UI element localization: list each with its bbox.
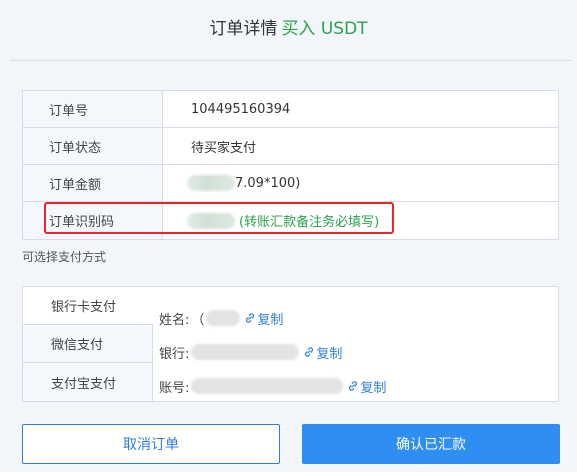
- order-amount-value-cell: 7.09*100): [163, 165, 558, 201]
- account-label: 账号:: [159, 380, 190, 396]
- cancel-order-button[interactable]: 取消订单: [22, 424, 280, 464]
- order-code-highlight: [44, 202, 394, 234]
- page-title: 订单详情 买入 USDT: [0, 0, 577, 52]
- link-icon: [349, 381, 358, 391]
- redacted-account: [191, 378, 344, 394]
- account-row: 账号: 复制: [159, 369, 558, 403]
- copy-account-link[interactable]: 复制: [347, 377, 386, 396]
- tab-wechat[interactable]: 微信支付: [23, 325, 152, 363]
- order-status-row: 订单状态 待买家支付: [23, 128, 558, 165]
- payee-name-row: 姓名: （ 复制: [159, 301, 558, 335]
- redacted-amount: [187, 175, 235, 191]
- bank-row: 银行: 复制: [159, 335, 558, 369]
- payee-name-label: 姓名:: [159, 312, 190, 328]
- copy-bank-label: 复制: [316, 346, 343, 362]
- payment-method-panel: 银行卡支付 微信支付 支付宝支付 姓名: （ 复制 银行: 复制 账号: 复制: [22, 286, 559, 402]
- payee-name-initial: （: [191, 312, 205, 328]
- copy-name-link[interactable]: 复制: [244, 309, 283, 328]
- page-title-accent: 买入 USDT: [281, 18, 368, 39]
- payment-details: 姓名: （ 复制 银行: 复制 账号: 复制: [153, 287, 558, 401]
- tab-bank-card[interactable]: 银行卡支付: [23, 287, 153, 325]
- link-icon: [246, 313, 255, 323]
- order-status-value: 待买家支付: [191, 140, 257, 156]
- order-amount-label: 订单金额: [23, 165, 163, 201]
- confirm-payment-button[interactable]: 确认已汇款: [302, 424, 560, 464]
- page-title-text: 订单详情: [209, 18, 278, 39]
- copy-name-label: 复制: [257, 312, 284, 328]
- link-icon: [305, 347, 314, 357]
- payment-methods-label: 可选择支付方式: [22, 250, 107, 264]
- order-amount-value: 7.09*100): [235, 175, 301, 191]
- order-number-label: 订单号: [23, 91, 163, 127]
- copy-account-label: 复制: [360, 380, 387, 396]
- order-status-label: 订单状态: [23, 128, 163, 164]
- order-number-row: 订单号 104495160394: [23, 91, 558, 128]
- bank-label: 银行:: [159, 346, 190, 362]
- redacted-name: [206, 310, 241, 326]
- order-number-value: 104495160394: [191, 101, 291, 117]
- tab-alipay[interactable]: 支付宝支付: [23, 363, 152, 401]
- copy-bank-link[interactable]: 复制: [303, 343, 342, 362]
- order-amount-row: 订单金额 7.09*100): [23, 165, 558, 202]
- payment-tabs: 银行卡支付 微信支付 支付宝支付: [23, 287, 153, 401]
- title-divider: [10, 60, 572, 61]
- redacted-bank: [191, 344, 300, 360]
